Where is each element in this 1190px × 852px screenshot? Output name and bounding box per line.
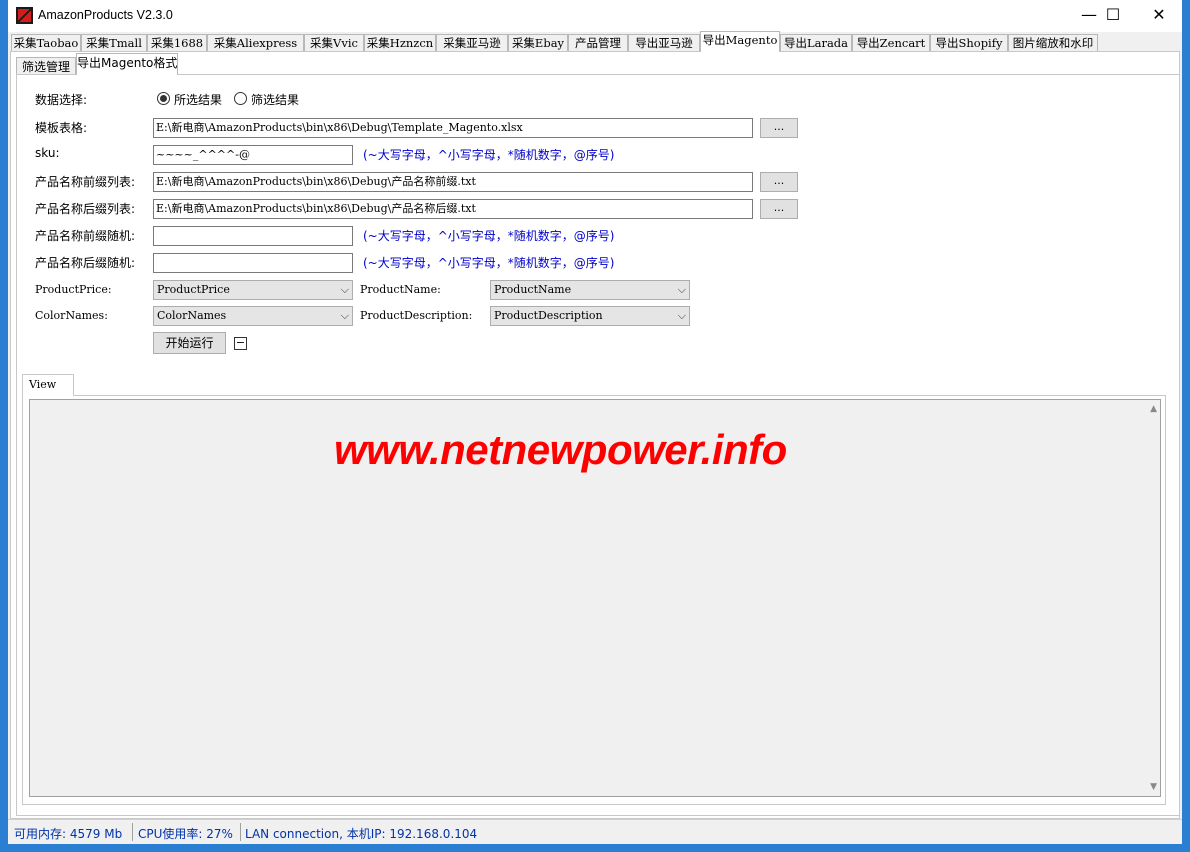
prefix-list-field[interactable]: E:\新电商\AmazonProducts\bin\x86\Debug\产品名称… [153,172,753,192]
status-network: LAN connection, 本机IP: 192.168.0.104 [245,827,478,841]
prefix-browse-button[interactable]: ... [760,172,798,192]
tab-vvic[interactable]: 采集Vvic [304,34,364,51]
status-divider [132,823,133,841]
suffix-random-label: 产品名称后缀随机: [35,256,136,270]
template-browse-button[interactable]: ... [760,118,798,138]
tab-hznzcn[interactable]: 采集Hznzcn [364,34,436,51]
tab-taobao[interactable]: 采集Taobao [11,34,81,51]
tab-ebay[interactable]: 采集Ebay [508,34,568,51]
template-label: 模板表格: [35,121,88,135]
chevron-down-icon: ⌵ [677,283,686,296]
radio-selected-results-label[interactable]: 所选结果 [174,91,222,108]
close-button[interactable]: ✕ [1136,0,1182,30]
watermark-text: www.netnewpower.info [334,426,787,473]
template-path-field[interactable]: E:\新电商\AmazonProducts\bin\x86\Debug\Temp… [153,118,753,138]
tab-export-larada[interactable]: 导出Larada [780,34,852,51]
chevron-down-icon: ⌵ [677,309,686,322]
window-border-right [1182,0,1190,852]
product-description-label: ProductDescription: [360,309,473,322]
view-tab[interactable]: View [22,374,74,396]
radio-selected-results[interactable] [157,92,170,105]
product-price-select[interactable]: ProductPrice ⌵ [153,280,353,300]
product-description-value: ProductDescription [494,309,603,322]
color-names-select[interactable]: ColorNames ⌵ [153,306,353,326]
start-run-button[interactable]: 开始运行 [153,332,226,354]
suffix-list-field[interactable]: E:\新电商\AmazonProducts\bin\x86\Debug\产品名称… [153,199,753,219]
scroll-down-arrow-icon[interactable]: ▼ [1150,782,1157,792]
prefix-random-label: 产品名称前缀随机: [35,229,136,243]
sku-field[interactable]: ~~~~_^^^^-@ [153,145,353,165]
tab-image-watermark[interactable]: 图片缩放和水印 [1008,34,1098,51]
product-name-value: ProductName [494,283,572,296]
tab-1688[interactable]: 采集1688 [147,34,207,51]
tab-aliexpress[interactable]: 采集Aliexpress [207,34,304,51]
tab-tmall[interactable]: 采集Tmall [81,34,147,51]
scroll-up-arrow-icon[interactable]: ▲ [1150,404,1157,414]
suffix-browse-button[interactable]: ... [760,199,798,219]
product-price-value: ProductPrice [157,283,230,296]
chevron-down-icon: ⌵ [340,309,349,322]
status-memory: 可用内存: 4579 Mb [14,827,123,841]
tab-collect-amazon[interactable]: 采集亚马逊 [436,34,508,51]
color-names-value: ColorNames [157,309,227,322]
app-logo-icon [16,7,33,24]
chevron-down-icon: ⌵ [340,283,349,296]
window-title: AmazonProducts V2.3.0 [38,8,173,22]
suffix-random-hint: (~大写字母，^小写字母，*随机数字，@序号) [363,256,615,270]
tab-export-shopify[interactable]: 导出Shopify [930,34,1008,51]
status-bar: 可用内存: 4579 Mb CPU使用率: 27% LAN connection… [8,819,1182,844]
radio-filtered-results[interactable] [234,92,247,105]
maximize-button[interactable]: ☐ [1090,0,1136,30]
app-window: AmazonProducts V2.3.0 — ☐ ✕ 采集Taobao 采集T… [8,0,1182,844]
status-divider [240,823,241,841]
prefix-random-field[interactable] [153,226,353,246]
sku-label: sku: [35,146,60,160]
suffix-random-field[interactable] [153,253,353,273]
data-select-label: 数据选择: [35,93,88,107]
window-border-left [0,0,8,852]
collapse-toggle-button[interactable]: − [234,337,247,350]
product-name-select[interactable]: ProductName ⌵ [490,280,690,300]
sku-hint: (~大写字母，^小写字母，*随机数字，@序号) [363,148,615,162]
window-border-bottom [0,844,1190,852]
tab-export-zencart[interactable]: 导出Zencart [852,34,930,51]
tab-export-amazon[interactable]: 导出亚马逊 [628,34,700,51]
tab-export-magento[interactable]: 导出Magento [700,31,780,52]
product-price-label: ProductPrice: [35,283,112,296]
product-description-select[interactable]: ProductDescription ⌵ [490,306,690,326]
title-bar[interactable]: AmazonProducts V2.3.0 — ☐ ✕ [8,0,1182,32]
radio-filtered-results-label[interactable]: 筛选结果 [251,91,299,108]
subtab-export-magento-format[interactable]: 导出Magento格式 [76,53,178,75]
tab-product-management[interactable]: 产品管理 [568,34,628,51]
status-cpu: CPU使用率: 27% [138,827,233,841]
prefix-random-hint: (~大写字母，^小写字母，*随机数字，@序号) [363,229,615,243]
product-name-label: ProductName: [360,283,441,296]
prefix-list-label: 产品名称前缀列表: [35,175,136,189]
suffix-list-label: 产品名称后缀列表: [35,202,136,216]
subtab-filter-management[interactable]: 筛选管理 [16,57,76,75]
vertical-scrollbar[interactable]: ▲ ▼ [1143,400,1160,796]
color-names-label: ColorNames: [35,309,108,322]
